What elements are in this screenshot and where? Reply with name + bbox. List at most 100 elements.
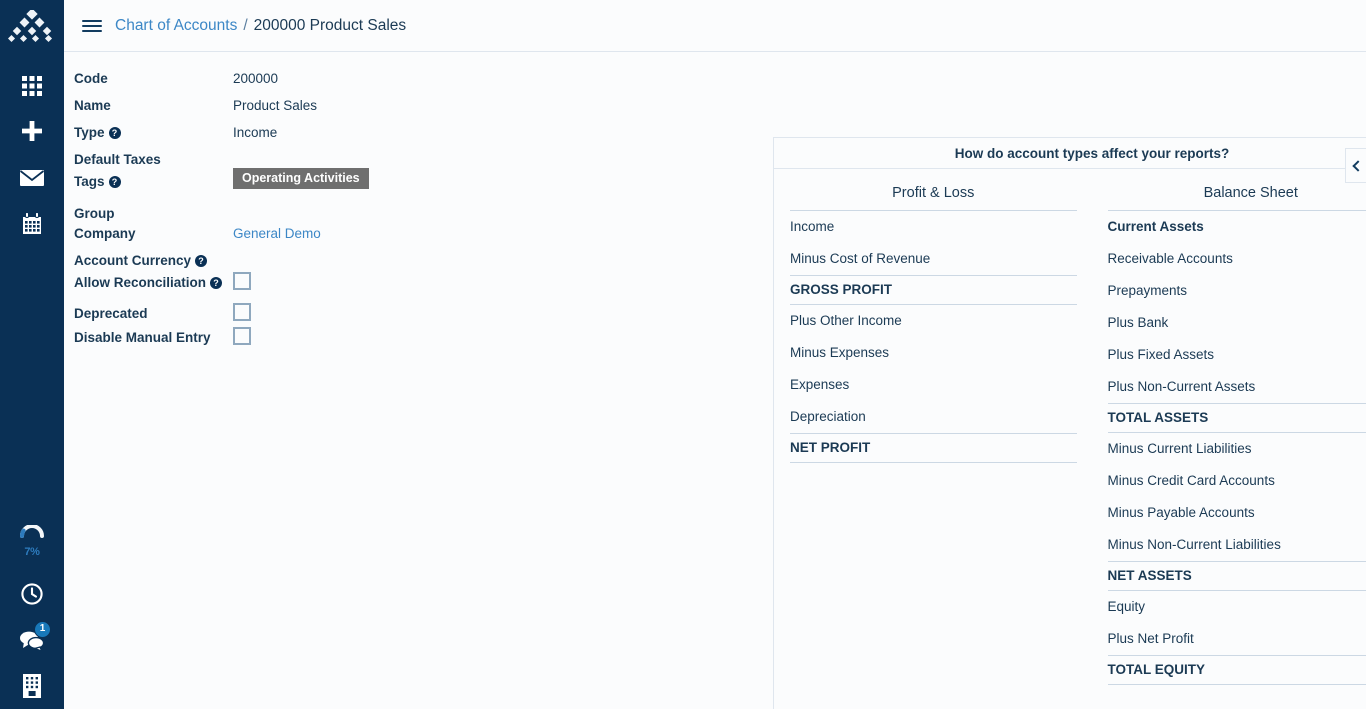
bs-row-equity: Equity xyxy=(1108,591,1366,623)
field-deprecated: Deprecated xyxy=(74,303,694,327)
field-type: Type? Income xyxy=(74,122,694,149)
bs-row-net-assets: NET ASSETS xyxy=(1108,561,1366,591)
field-label-group: Group xyxy=(74,203,233,223)
field-tags: Tags? Operating Activities xyxy=(74,171,694,203)
field-label-tags: Tags? xyxy=(74,171,233,191)
apps-grid-icon xyxy=(21,75,43,97)
field-name: Name Product Sales xyxy=(74,95,694,122)
main-area: Chart of Accounts / 200000 Product Sales C… xyxy=(64,0,1366,709)
bs-row-prepayments: Prepayments xyxy=(1108,275,1366,307)
field-value-type[interactable]: Income xyxy=(233,122,277,142)
pl-row-gross-profit: GROSS PROFIT xyxy=(790,275,1077,305)
rail-bottom-items: 7% 1 xyxy=(0,511,64,709)
chat-unread-badge: 1 xyxy=(34,621,51,638)
left-nav-rail: 7% 1 xyxy=(0,0,64,709)
envelope-icon xyxy=(19,168,45,188)
breadcrumb-current: 200000 Product Sales xyxy=(254,17,407,34)
field-company: Company General Demo xyxy=(74,223,694,250)
column-title-balance-sheet: Balance Sheet xyxy=(1108,185,1366,211)
column-balance-sheet: Balance Sheet Current Assets Receivable … xyxy=(1108,185,1366,685)
calendar-icon xyxy=(20,212,44,236)
bs-row-minus-non-current-liabilities: Minus Non-Current Liabilities xyxy=(1108,529,1366,561)
bs-row-total-assets: TOTAL ASSETS xyxy=(1108,403,1366,433)
help-icon[interactable]: ? xyxy=(109,127,121,139)
breadcrumb: Chart of Accounts / 200000 Product Sales xyxy=(115,17,406,35)
rail-item-new[interactable] xyxy=(0,109,64,155)
progress-gauge-icon xyxy=(18,525,46,544)
rail-primary-items xyxy=(0,53,64,247)
breadcrumb-separator: / xyxy=(243,17,247,34)
clock-icon xyxy=(20,582,44,606)
pl-row-minus-expenses: Minus Expenses xyxy=(790,337,1077,369)
pl-row-minus-cost-of-revenue: Minus Cost of Revenue xyxy=(790,243,1077,275)
field-label-account-currency-text: Account Currency xyxy=(74,253,191,268)
bs-row-plus-non-current-assets: Plus Non-Current Assets xyxy=(1108,371,1366,403)
pl-row-income: Income xyxy=(790,211,1077,243)
field-group: Group xyxy=(74,203,694,223)
field-disable-manual-entry: Disable Manual Entry xyxy=(74,327,694,351)
field-value-code[interactable]: 200000 xyxy=(233,68,278,88)
help-icon[interactable]: ? xyxy=(109,176,121,188)
top-bar: Chart of Accounts / 200000 Product Sales xyxy=(64,0,1366,52)
rail-item-setup-progress[interactable]: 7% xyxy=(0,511,64,571)
rail-item-messages[interactable] xyxy=(0,155,64,201)
field-label-type: Type? xyxy=(74,122,233,142)
checkbox-disable-manual-entry[interactable] xyxy=(233,327,251,345)
setup-progress-value: 7% xyxy=(24,546,39,558)
field-account-currency: Account Currency? xyxy=(74,250,694,272)
field-allow-reconciliation: Allow Reconciliation? xyxy=(74,272,694,303)
content-area: Code 200000 Name Product Sales Type? Inc… xyxy=(64,52,1366,709)
bs-row-plus-net-profit: Plus Net Profit xyxy=(1108,623,1366,655)
account-form: Code 200000 Name Product Sales Type? Inc… xyxy=(74,68,694,351)
checkbox-deprecated[interactable] xyxy=(233,303,251,321)
tag-chip[interactable]: Operating Activities xyxy=(233,168,369,189)
field-value-tags: Operating Activities xyxy=(233,168,369,189)
rail-item-company[interactable] xyxy=(0,663,64,709)
building-icon xyxy=(21,673,43,699)
checkbox-allow-reconciliation[interactable] xyxy=(233,272,251,290)
rail-item-apps[interactable] xyxy=(0,63,64,109)
bs-row-current-assets: Current Assets xyxy=(1108,211,1366,243)
bs-row-minus-payable-accounts: Minus Payable Accounts xyxy=(1108,497,1366,529)
field-value-name[interactable]: Product Sales xyxy=(233,95,317,115)
column-profit-and-loss: Profit & Loss Income Minus Cost of Reven… xyxy=(790,185,1077,685)
field-label-allow-reconciliation-text: Allow Reconciliation xyxy=(74,275,206,290)
field-label-type-text: Type xyxy=(74,125,105,140)
bs-row-plus-fixed-assets: Plus Fixed Assets xyxy=(1108,339,1366,371)
bs-row-minus-current-liabilities: Minus Current Liabilities xyxy=(1108,433,1366,465)
rail-item-calendar[interactable] xyxy=(0,201,64,247)
field-label-deprecated: Deprecated xyxy=(74,303,233,323)
bs-row-minus-credit-card-accounts: Minus Credit Card Accounts xyxy=(1108,465,1366,497)
chevron-left-icon xyxy=(1352,160,1363,171)
pyramid-logo[interactable] xyxy=(0,0,64,53)
column-title-profit-and-loss: Profit & Loss xyxy=(790,185,1077,211)
field-label-account-currency: Account Currency? xyxy=(74,250,233,270)
panel-collapse-button[interactable] xyxy=(1345,148,1366,183)
panel-title: How do account types affect your reports… xyxy=(774,138,1366,169)
pl-row-expenses: Expenses xyxy=(790,369,1077,401)
pl-row-plus-other-income: Plus Other Income xyxy=(790,305,1077,337)
account-types-panel: How do account types affect your reports… xyxy=(773,137,1366,709)
field-value-company[interactable]: General Demo xyxy=(233,223,321,243)
breadcrumb-parent-link[interactable]: Chart of Accounts xyxy=(115,17,237,34)
field-label-name: Name xyxy=(74,95,233,115)
pl-row-depreciation: Depreciation xyxy=(790,401,1077,433)
rail-item-recent[interactable] xyxy=(0,571,64,617)
field-label-tags-text: Tags xyxy=(74,174,105,189)
rail-item-chat[interactable]: 1 xyxy=(0,617,64,663)
help-icon[interactable]: ? xyxy=(210,277,222,289)
field-default-taxes: Default Taxes xyxy=(74,149,694,171)
help-icon[interactable]: ? xyxy=(195,255,207,267)
field-label-allow-reconciliation: Allow Reconciliation? xyxy=(74,272,233,292)
bs-row-receivable-accounts: Receivable Accounts xyxy=(1108,243,1366,275)
field-label-company: Company xyxy=(74,223,233,243)
field-label-disable-manual-entry: Disable Manual Entry xyxy=(74,327,233,347)
pl-row-net-profit: NET PROFIT xyxy=(790,433,1077,463)
field-code: Code 200000 xyxy=(74,68,694,95)
bs-row-total-equity: TOTAL EQUITY xyxy=(1108,655,1366,685)
bs-row-plus-bank: Plus Bank xyxy=(1108,307,1366,339)
field-label-code: Code xyxy=(74,68,233,88)
field-label-default-taxes: Default Taxes xyxy=(74,149,233,169)
hamburger-menu-icon[interactable] xyxy=(82,17,102,35)
panel-body: Profit & Loss Income Minus Cost of Reven… xyxy=(774,169,1366,685)
